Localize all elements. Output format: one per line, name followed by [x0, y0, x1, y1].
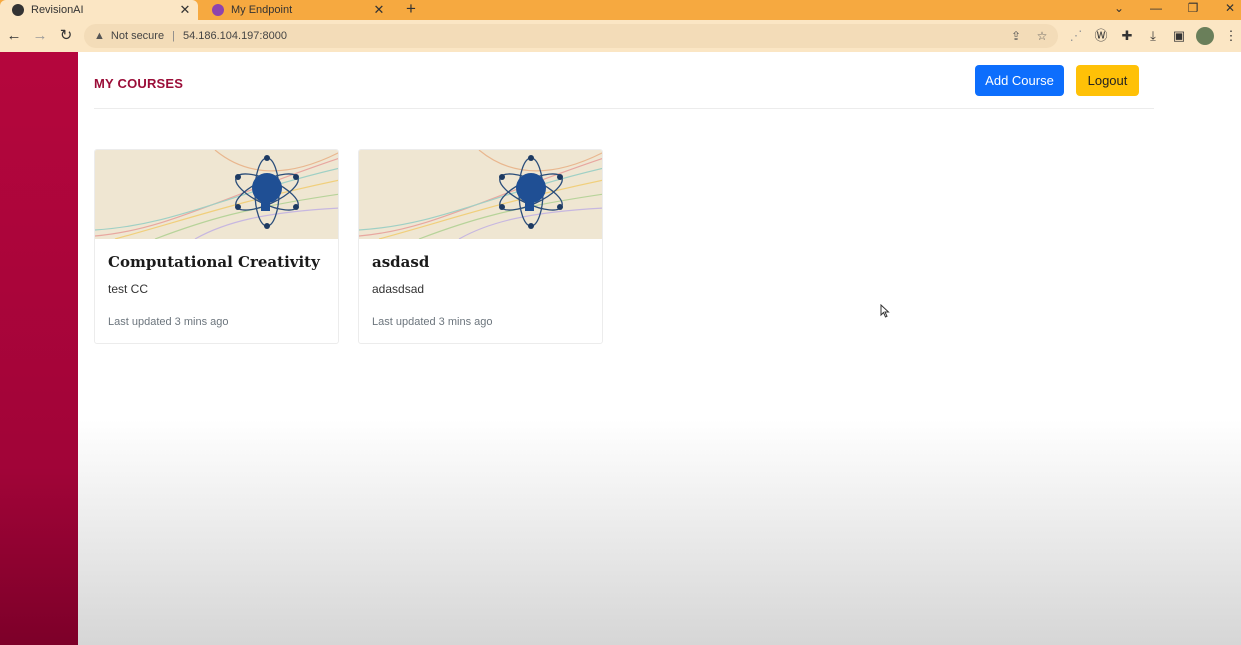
wordpress-icon[interactable]: Ⓦ: [1091, 26, 1111, 46]
download-icon[interactable]: ⤓: [1143, 26, 1163, 46]
profile-avatar[interactable]: [1196, 27, 1214, 45]
add-course-button[interactable]: Add Course: [975, 65, 1064, 96]
divider: [94, 108, 1154, 109]
course-card[interactable]: asdasd adasdsad Last updated 3 mins ago: [358, 149, 603, 344]
menu-icon[interactable]: ⋮: [1221, 26, 1241, 46]
course-description: adasdsad: [372, 282, 425, 296]
browser-toolbar: ← → ↻ ▲ Not secure | 54.186.104.197:8000…: [0, 20, 1241, 52]
course-title[interactable]: asdasd: [372, 253, 429, 271]
course-updated: Last updated 3 mins ago: [108, 316, 229, 328]
course-title[interactable]: Computational Creativity: [108, 253, 320, 271]
page-title: MY COURSES: [94, 76, 184, 91]
course-description: test CC: [108, 282, 149, 296]
minimize-button[interactable]: —: [1139, 0, 1173, 20]
close-icon[interactable]: ✕: [372, 2, 386, 18]
extension-icon[interactable]: ⋰: [1066, 26, 1086, 46]
main-content: MY COURSES Add Course Logout Computation…: [78, 52, 1241, 645]
endpoint-icon: [212, 4, 224, 16]
close-icon[interactable]: ✕: [178, 2, 192, 18]
security-label: Not secure: [110, 30, 165, 42]
mouse-cursor-icon: [880, 304, 890, 318]
url-text: 54.186.104.197:8000: [182, 30, 287, 42]
globe-icon: [12, 4, 24, 16]
logout-button[interactable]: Logout: [1076, 65, 1139, 96]
course-thumbnail: [359, 150, 602, 239]
course-card[interactable]: Computational Creativity test CC Last up…: [94, 149, 339, 344]
puzzle-icon[interactable]: ✚: [1117, 26, 1137, 46]
tab-title: RevisionAI: [31, 4, 84, 16]
course-updated: Last updated 3 mins ago: [372, 316, 493, 328]
forward-icon[interactable]: →: [29, 25, 51, 47]
browser-tab-bar: RevisionAI ✕ My Endpoint ✕ + ⌄ — ❐ ✕: [0, 0, 1241, 20]
back-icon[interactable]: ←: [3, 25, 25, 47]
share-icon[interactable]: ⇪: [1006, 24, 1026, 48]
close-window-button[interactable]: ✕: [1213, 0, 1241, 20]
new-tab-button[interactable]: +: [402, 0, 420, 20]
sidepanel-icon[interactable]: ▣: [1169, 26, 1189, 46]
tab-title: My Endpoint: [231, 4, 293, 16]
bookmark-star-icon[interactable]: ☆: [1032, 24, 1052, 48]
reload-icon[interactable]: ↻: [55, 25, 77, 47]
sidebar: [0, 52, 78, 645]
tab-revisionai[interactable]: RevisionAI ✕: [0, 0, 198, 20]
warning-icon: ▲: [94, 30, 105, 42]
separator: |: [172, 30, 175, 42]
restore-button[interactable]: ❐: [1176, 0, 1210, 20]
course-thumbnail: [95, 150, 338, 239]
address-bar[interactable]: ▲ Not secure | 54.186.104.197:8000 ⇪ ☆: [84, 24, 1058, 48]
tab-my-endpoint[interactable]: My Endpoint ✕: [200, 0, 392, 20]
tab-search-icon[interactable]: ⌄: [1102, 0, 1136, 20]
